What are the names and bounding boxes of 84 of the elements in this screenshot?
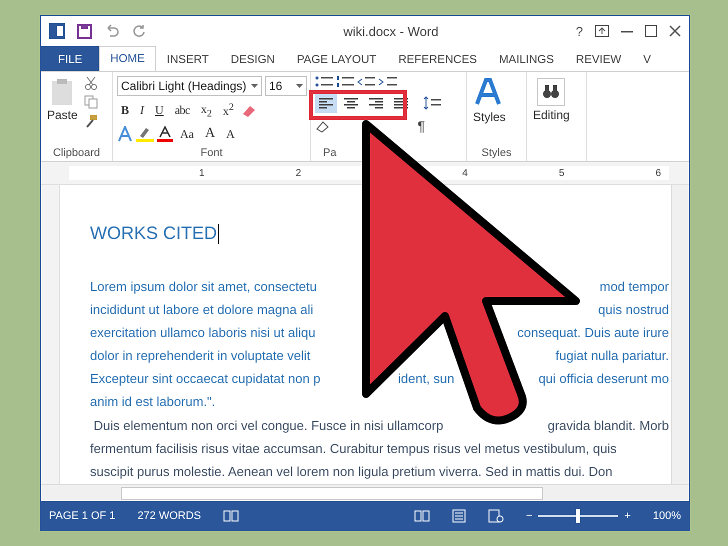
bullets-icon[interactable]	[315, 76, 333, 88]
group-label: Font	[199, 147, 224, 161]
print-layout-icon[interactable]	[452, 508, 466, 522]
body-text: consequat. Duis aute irure	[517, 324, 669, 342]
ruler-number: 4	[462, 168, 468, 178]
body-text: quis nostrud	[598, 301, 669, 319]
redo-icon[interactable]	[132, 24, 146, 38]
format-painter-icon[interactable]	[84, 114, 98, 128]
group-label: Pa	[322, 147, 338, 161]
body-text: incididunt ut labore et dolore magna ali	[90, 301, 314, 319]
align-button[interactable]	[315, 93, 337, 113]
body-text: ident, sun	[398, 370, 454, 388]
scissors-icon[interactable]	[84, 76, 98, 90]
body-text: Lorem ipsum dolor sit amet, consectetu	[90, 278, 317, 296]
body-text: Duis elementum non orci vel congue. Fusce in nisi ullamcorp	[92, 417, 444, 435]
format-button[interactable]: U	[151, 102, 168, 120]
pilcrow-button[interactable]: ¶	[417, 118, 425, 134]
font-name-field[interactable]: Calibri Light (Headings)	[117, 76, 262, 96]
help-button[interactable]: ?	[576, 24, 583, 38]
save-icon[interactable]	[77, 24, 92, 38]
zoom-thumb[interactable]	[576, 508, 580, 522]
binoculars-icon	[537, 78, 566, 106]
format-button[interactable]: x$^{2}$	[218, 101, 238, 120]
line-spacing-icon[interactable]	[423, 95, 441, 111]
align-icon	[319, 98, 333, 108]
format-button[interactable]: I	[136, 102, 148, 120]
read-mode-icon[interactable]	[414, 508, 430, 522]
body-text: fermentum facilisis risus vitae accumsan. Curabitur tempus risus vel metus vestibulum, quis	[90, 440, 617, 458]
horizontal-scrollbar[interactable]	[41, 484, 689, 501]
body-text: qui officia deserunt mo	[538, 370, 669, 388]
caret-icon	[296, 84, 303, 88]
page-count: PAGE 1 OF 1	[49, 510, 116, 522]
copy-icon[interactable]	[84, 95, 98, 109]
body-text: mod tempor	[600, 278, 669, 296]
paste-button[interactable]: Paste	[45, 76, 80, 147]
clipboard-icon	[50, 78, 74, 106]
word-logo-icon	[49, 23, 65, 39]
font-color-icon[interactable]	[157, 126, 173, 142]
file-tab[interactable]: FILE	[41, 46, 100, 71]
web-layout-icon[interactable]	[488, 508, 504, 522]
body-text: fugiat nulla pariatur.	[556, 347, 669, 365]
editing-button[interactable]: Editing	[531, 76, 572, 161]
body-text: gravida blandit. Morb	[548, 417, 669, 435]
numbering-icon[interactable]	[336, 76, 354, 88]
book-icon[interactable]	[223, 508, 240, 522]
zoom-out-button[interactable]: −	[526, 510, 532, 522]
body-text: Excepteur sint occaecat cupidatat non p	[90, 370, 322, 388]
grow-font-button[interactable]: A	[201, 125, 220, 144]
document-heading: WORKS CITED	[90, 223, 218, 244]
ruler-number: 5	[558, 168, 564, 178]
shrink-font-button[interactable]: A	[222, 126, 239, 143]
ruler-number: 1	[199, 168, 205, 178]
change-case-button[interactable]: Aa	[176, 126, 198, 143]
ribbon-display-icon[interactable]	[595, 25, 609, 37]
maximize-icon[interactable]	[645, 25, 657, 37]
align-icon	[344, 98, 358, 108]
font-size-field[interactable]: 16	[265, 76, 307, 96]
vertical-scrollbar[interactable]	[671, 185, 689, 484]
align-icon	[369, 98, 383, 108]
align-icon	[394, 98, 408, 108]
caret-icon	[251, 84, 258, 88]
close-icon[interactable]	[669, 25, 681, 37]
text-effects-icon[interactable]	[117, 126, 133, 142]
body-text: anim id est laborum.".	[90, 393, 216, 411]
body-text: suscipit purus molestie. Aenean vel lorem non ligula pretium viverra. Sed in mattis dui. Don	[90, 463, 612, 481]
ribbon-tab[interactable]: HOME	[99, 46, 156, 71]
format-button[interactable]: x$_{2}$	[196, 101, 216, 120]
body-text: dolor in reprehenderit in voluptate velit	[90, 347, 310, 365]
window-title: wiki.docx - Word	[342, 24, 440, 38]
format-button[interactable]: abc	[170, 102, 194, 120]
text-cursor	[218, 224, 220, 244]
group-label: Styles	[480, 147, 512, 161]
ruler-number: 6	[655, 168, 661, 178]
ruler-number: 2	[296, 168, 302, 178]
body-text: exercitation ullamco laboris nisi ut aliqu	[90, 324, 316, 342]
eraser-icon[interactable]	[240, 104, 257, 118]
zoom-in-button[interactable]: +	[624, 510, 631, 522]
group-label: Clipboard	[52, 147, 102, 161]
highlighter-icon[interactable]	[136, 126, 154, 142]
indent-icon[interactable]	[357, 76, 397, 88]
format-button[interactable]: B	[117, 102, 134, 120]
styles-button[interactable]: Styles	[471, 76, 508, 147]
zoom-percent: 100%	[652, 510, 681, 522]
word-count: 272 WORDS	[137, 510, 202, 522]
